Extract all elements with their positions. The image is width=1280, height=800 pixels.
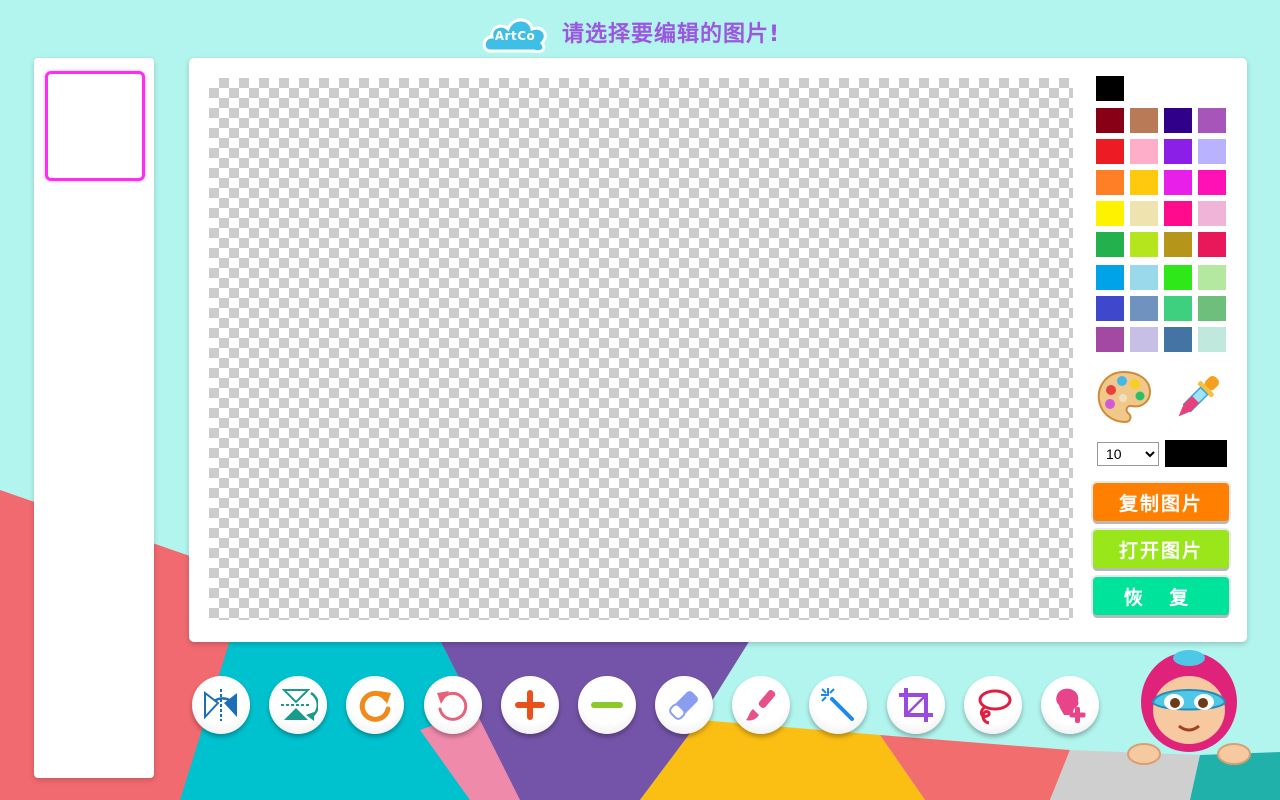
color-swatch[interactable]: [1198, 327, 1226, 352]
copy-image-button[interactable]: 复制图片: [1093, 483, 1229, 521]
color-swatch[interactable]: [1096, 139, 1124, 164]
color-swatch[interactable]: [1130, 232, 1158, 257]
plus-icon: [515, 690, 545, 720]
palette-icon[interactable]: [1095, 368, 1153, 426]
color-swatch[interactable]: [1096, 201, 1124, 226]
color-swatch[interactable]: [1096, 265, 1124, 290]
flip-horizontal-icon: [204, 689, 237, 721]
color-swatch[interactable]: [1096, 296, 1124, 321]
crop-icon: [899, 688, 933, 722]
rotate-counterclockwise-icon: [437, 691, 468, 721]
crop-button[interactable]: [887, 676, 945, 734]
open-image-button[interactable]: 打开图片: [1093, 530, 1229, 568]
color-swatch[interactable]: [1096, 327, 1124, 352]
eyedropper-icon[interactable]: [1167, 368, 1227, 428]
color-swatch[interactable]: [1130, 265, 1158, 290]
color-swatch[interactable]: [1164, 170, 1192, 195]
flip-vertical-button[interactable]: [269, 676, 327, 734]
color-swatch[interactable]: [1096, 108, 1124, 133]
logo-text: ArtCo: [494, 29, 536, 43]
color-swatch[interactable]: [1198, 139, 1226, 164]
current-color-swatch: [1165, 440, 1227, 467]
zoom-in-button[interactable]: [501, 676, 559, 734]
color-swatch[interactable]: [1130, 108, 1158, 133]
color-swatch[interactable]: [1164, 201, 1192, 226]
rotate-clockwise-button[interactable]: [346, 676, 404, 734]
drawing-canvas[interactable]: [209, 78, 1073, 620]
header: ArtCo 请选择要编辑的图片!: [480, 10, 780, 54]
color-swatch[interactable]: [1164, 139, 1192, 164]
thumbnail-panel: [34, 58, 154, 778]
color-swatch[interactable]: [1130, 170, 1158, 195]
color-swatch[interactable]: [1096, 170, 1124, 195]
brush-icon: [746, 689, 776, 721]
add-sticker-button[interactable]: [1041, 676, 1099, 734]
lasso-icon: [978, 689, 1012, 725]
lasso-button[interactable]: [964, 676, 1022, 734]
zoom-out-button[interactable]: [578, 676, 636, 734]
magic-wand-button[interactable]: [809, 676, 867, 734]
color-swatch[interactable]: [1198, 170, 1226, 195]
brush-button[interactable]: [732, 676, 790, 734]
color-swatch[interactable]: [1198, 265, 1226, 290]
flip-horizontal-button[interactable]: [192, 676, 250, 734]
magic-wand-icon: [821, 688, 854, 721]
color-swatch[interactable]: [1096, 76, 1124, 101]
eraser-icon: [669, 691, 698, 720]
color-swatch[interactable]: [1130, 327, 1158, 352]
artco-logo: ArtCo: [480, 11, 550, 53]
rotate-clockwise-icon: [359, 690, 391, 722]
color-swatch[interactable]: [1130, 296, 1158, 321]
editor-panel: 10 复制图片 打开图片 恢 复: [189, 58, 1247, 642]
color-swatch[interactable]: [1164, 296, 1192, 321]
color-swatch[interactable]: [1198, 296, 1226, 321]
thumbnail-selected[interactable]: [45, 71, 145, 181]
color-swatch[interactable]: [1164, 232, 1192, 257]
eraser-button[interactable]: [655, 676, 713, 734]
color-swatch[interactable]: [1130, 139, 1158, 164]
flip-vertical-icon: [281, 689, 318, 721]
color-swatch[interactable]: [1198, 108, 1226, 133]
color-swatch[interactable]: [1164, 108, 1192, 133]
mascot-avatar: [1126, 650, 1252, 768]
page-title: 请选择要编辑的图片!: [562, 22, 781, 47]
color-swatch[interactable]: [1198, 232, 1226, 257]
brush-size-select[interactable]: 10: [1097, 442, 1159, 466]
restore-button[interactable]: 恢 复: [1093, 577, 1229, 615]
color-swatch[interactable]: [1096, 232, 1124, 257]
rotate-counterclockwise-button[interactable]: [424, 676, 482, 734]
color-swatch[interactable]: [1164, 327, 1192, 352]
minus-icon: [591, 702, 623, 708]
color-swatch[interactable]: [1130, 201, 1158, 226]
add-sticker-icon: [1056, 688, 1086, 723]
color-swatch[interactable]: [1164, 265, 1192, 290]
color-swatch[interactable]: [1198, 201, 1226, 226]
